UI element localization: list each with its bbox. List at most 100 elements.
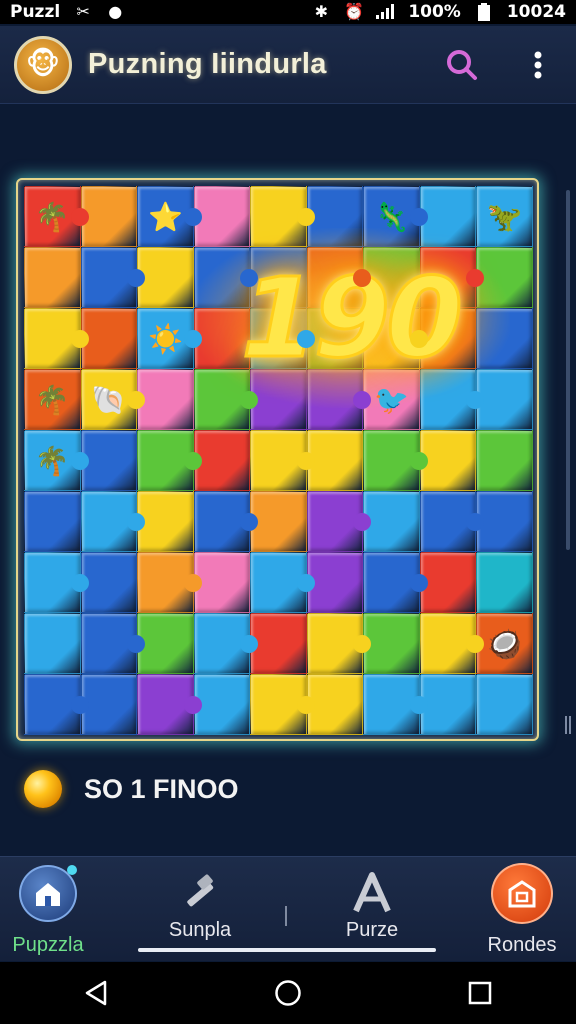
puzzle-grid[interactable]: 🌴 ⭐ 🦎 🦖 ☀️ 🌴 🐚 🐦 🌴 🥥 [24,186,533,735]
puzzle-piece[interactable] [250,247,307,308]
puzzle-piece[interactable] [363,247,420,308]
puzzle-piece[interactable] [193,247,259,308]
puzzle-piece[interactable] [193,430,251,491]
puzzle-piece[interactable] [306,430,364,491]
puzzle-piece[interactable]: 🐚 [80,369,146,430]
puzzle-piece[interactable]: 🌴 [24,186,89,247]
search-button[interactable] [444,47,480,83]
puzzle-piece[interactable] [193,674,251,735]
puzzle-piece[interactable] [80,491,146,552]
puzzle-piece[interactable] [419,552,477,613]
puzzle-piece[interactable] [193,369,259,430]
puzzle-piece[interactable] [137,247,194,308]
puzzle-piece[interactable] [250,613,307,674]
puzzle-piece[interactable] [363,308,428,369]
puzzle-piece[interactable] [193,491,259,552]
puzzle-piece[interactable] [193,186,251,247]
puzzle-piece[interactable] [24,552,89,613]
puzzle-piece[interactable] [80,247,146,308]
puzzle-piece[interactable] [80,186,138,247]
nav-item-sunpla[interactable]: Sunpla [160,857,240,957]
puzzle-piece[interactable] [419,369,485,430]
puzzle-piece[interactable] [250,308,315,369]
puzzle-piece[interactable] [193,552,251,613]
puzzle-piece[interactable]: 🦎 [363,186,428,247]
scroll-handle[interactable] [565,716,571,734]
puzzle-piece[interactable] [476,674,533,735]
puzzle-piece[interactable] [80,613,146,674]
puzzle-piece[interactable] [137,369,194,430]
puzzle-piece[interactable] [476,430,533,491]
puzzle-piece[interactable]: 🐦 [363,369,420,430]
puzzle-piece[interactable] [363,491,420,552]
puzzle-piece[interactable] [250,430,315,491]
puzzle-piece[interactable] [306,186,364,247]
puzzle-piece[interactable] [476,247,533,308]
puzzle-piece[interactable] [24,247,81,308]
nav-item-rondes[interactable]: Rondes [480,857,564,957]
puzzle-piece[interactable] [137,613,194,674]
puzzle-piece[interactable] [476,369,533,430]
back-button[interactable] [76,973,116,1013]
puzzle-piece[interactable] [80,308,138,369]
puzzle-piece[interactable] [137,674,202,735]
puzzle-piece[interactable] [24,674,89,735]
puzzle-piece[interactable] [306,552,364,613]
puzzle-piece[interactable] [363,552,428,613]
puzzle-piece[interactable] [306,308,364,369]
puzzle-piece[interactable] [250,552,315,613]
board-scrollbar[interactable] [566,190,570,550]
coin-text: SO 1 FINOO [84,773,239,804]
puzzle-piece[interactable] [476,491,533,552]
puzzle-piece[interactable] [306,613,372,674]
puzzle-piece[interactable] [419,430,477,491]
puzzle-piece[interactable]: 🦖 [476,186,533,247]
puzzle-piece[interactable] [306,247,372,308]
puzzle-piece[interactable]: 🌴 [24,369,81,430]
avatar[interactable]: 🐵 [14,35,72,94]
puzzle-piece[interactable] [137,491,194,552]
nav-item-home[interactable]: Pupzzla [6,857,90,957]
puzzle-piece[interactable] [306,491,372,552]
monkey-icon: 🐵 [25,47,61,82]
puzzle-piece[interactable] [363,674,428,735]
puzzle-piece[interactable] [250,491,307,552]
piece-illustration-icon: 🥥 [487,627,523,660]
puzzle-piece[interactable] [419,247,485,308]
puzzle-piece[interactable] [419,613,485,674]
puzzle-piece[interactable] [476,308,533,369]
recents-button[interactable] [460,973,500,1013]
puzzle-piece[interactable] [419,674,477,735]
puzzle-piece[interactable] [250,369,307,430]
puzzle-piece[interactable] [250,186,315,247]
puzzle-piece[interactable] [24,491,81,552]
puzzle-piece[interactable] [137,552,202,613]
puzzle-piece[interactable] [80,430,138,491]
puzzle-piece[interactable] [193,613,259,674]
puzzle-piece[interactable] [419,308,477,369]
puzzle-piece[interactable] [476,552,533,613]
puzzle-piece[interactable] [363,613,420,674]
puzzle-piece[interactable] [306,369,372,430]
puzzle-piece[interactable]: 🥥 [476,613,533,674]
puzzle-piece[interactable] [250,674,315,735]
puzzle-board[interactable]: 🌴 ⭐ 🦎 🦖 ☀️ 🌴 🐚 🐦 🌴 🥥 [16,178,539,741]
recents-icon [468,981,492,1005]
puzzle-piece[interactable]: 🌴 [24,430,89,491]
home-system-button[interactable] [268,973,308,1013]
puzzle-piece[interactable]: ⭐ [137,186,202,247]
puzzle-piece[interactable] [363,430,428,491]
puzzle-piece[interactable] [137,430,202,491]
puzzle-piece[interactable] [306,674,364,735]
more-options-button[interactable] [520,47,556,83]
active-indicator [138,948,436,952]
puzzle-piece[interactable] [24,308,89,369]
puzzle-piece[interactable] [80,674,138,735]
puzzle-piece[interactable] [24,613,81,674]
puzzle-piece[interactable] [419,186,477,247]
puzzle-piece[interactable] [419,491,485,552]
puzzle-piece[interactable]: ☀️ [137,308,202,369]
nav-item-purze[interactable]: Purze [332,857,412,957]
puzzle-piece[interactable] [193,308,251,369]
puzzle-piece[interactable] [80,552,138,613]
